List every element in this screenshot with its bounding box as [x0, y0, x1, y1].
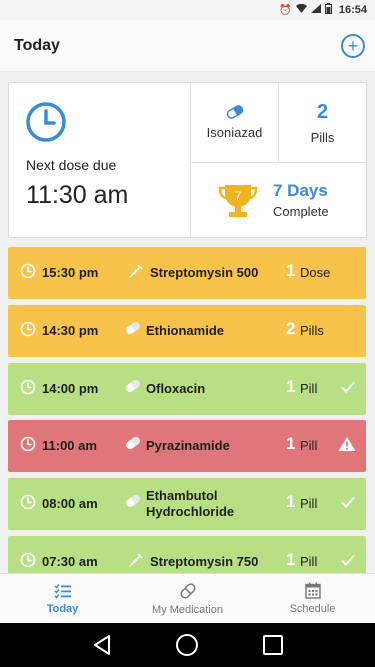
dose-time: 08:00 am	[42, 496, 98, 511]
clock-icon	[20, 263, 36, 282]
system-nav-bar	[0, 623, 375, 667]
pill-count-label: Pills	[310, 129, 335, 145]
signal-icon	[310, 4, 321, 16]
streak-value: 7 Days	[273, 181, 328, 200]
dose-medication: Pyrazinamide	[146, 438, 230, 453]
dose-time: 14:00 pm	[42, 381, 99, 396]
calendar-icon	[304, 582, 321, 599]
summary-card: Next dose due 11:30 am Isoniazad 2 Pills	[8, 82, 367, 238]
dose-unit: Pill	[300, 554, 318, 569]
pill-icon	[124, 436, 142, 453]
dose-medication: Ofloxacin	[146, 381, 206, 396]
streak-label: Complete	[273, 204, 329, 219]
app-bar: Today +	[0, 20, 375, 72]
list-icon	[53, 583, 71, 599]
next-dose-time: 11:30 am	[26, 181, 129, 209]
page-title: Today	[14, 36, 60, 54]
dose-count: 2	[286, 319, 296, 338]
dose-count: 1	[286, 261, 296, 280]
streak-panel[interactable]: 7 7 Days Complete	[191, 163, 366, 237]
check-icon	[340, 494, 356, 513]
dose-unit: Pills	[300, 323, 324, 338]
dose-medication: Ethambutol Hydrochloride	[146, 488, 235, 519]
status-bar: ⏰ 16:54	[0, 0, 375, 20]
check-icon	[340, 552, 356, 571]
dose-row[interactable]: 14:30 pm Ethionamide 2 Pills	[8, 305, 366, 357]
dose-count: 1	[286, 434, 296, 453]
dose-medication: Streptomysin 500	[150, 265, 259, 280]
pill-icon	[226, 105, 243, 119]
clock-icon	[26, 102, 66, 142]
pill-icon	[124, 379, 142, 396]
nav-schedule[interactable]: Schedule	[250, 574, 375, 623]
dose-row[interactable]: 08:00 am Ethambutol Hydrochloride 1 Pill	[8, 478, 366, 530]
clock-icon	[20, 552, 36, 571]
next-dose-label: Next dose due	[26, 157, 117, 173]
dose-medication: Ethionamide	[146, 323, 225, 338]
bottom-nav: Today My Medication Schedule	[0, 573, 375, 623]
dose-row[interactable]: 15:30 pm Streptomysin 500 1 Dose	[8, 247, 366, 299]
status-time: 16:54	[338, 4, 367, 16]
dose-unit: Pill	[300, 438, 318, 453]
dose-count: 1	[286, 492, 296, 511]
dose-unit: Dose	[300, 265, 331, 280]
home-icon[interactable]	[175, 633, 199, 657]
next-dose-panel[interactable]: Next dose due 11:30 am	[9, 83, 191, 237]
trophy-number: 7	[235, 189, 242, 203]
add-button[interactable]: +	[341, 33, 365, 58]
dose-time: 11:00 am	[42, 438, 97, 453]
nav-my-medication-label: My Medication	[152, 603, 223, 616]
check-icon	[340, 379, 356, 398]
clock-icon	[20, 379, 36, 398]
nav-my-medication[interactable]: My Medication	[125, 574, 250, 623]
dose-time: 15:30 pm	[42, 265, 99, 280]
syringe-icon	[128, 263, 144, 282]
battery-icon	[324, 3, 332, 17]
dose-time: 07:30 am	[42, 554, 98, 569]
dose-row[interactable]: 11:00 am Pyrazinamide 1 Pill	[8, 420, 366, 472]
pill-icon	[124, 321, 142, 338]
trophy-icon: 7	[218, 185, 258, 217]
clock-icon	[20, 321, 36, 340]
pill-icon	[179, 582, 196, 599]
wifi-icon	[295, 3, 307, 16]
pill-icon	[124, 494, 142, 511]
dose-unit: Pill	[300, 496, 318, 511]
dose-time: 14:30 pm	[42, 323, 99, 338]
warning-icon	[338, 436, 356, 455]
alarm-icon: ⏰	[279, 4, 292, 16]
clock-icon	[20, 436, 36, 455]
syringe-icon	[128, 552, 144, 571]
back-icon[interactable]	[91, 634, 113, 656]
plus-icon: +	[347, 35, 359, 56]
nav-today[interactable]: Today	[0, 574, 125, 623]
clock-icon	[20, 494, 36, 513]
nav-today-label: Today	[46, 602, 79, 615]
next-medication-name: Isoniazad	[206, 125, 263, 140]
pill-count: 2	[316, 100, 329, 123]
dose-count: 1	[286, 377, 296, 396]
dose-medication: Streptomysin 750	[150, 554, 259, 569]
dose-unit: Pill	[300, 381, 318, 396]
recents-icon[interactable]	[262, 634, 284, 656]
pill-count-cell[interactable]: 2 Pills	[278, 83, 366, 162]
dose-row[interactable]: 14:00 pm Ofloxacin 1 Pill	[8, 363, 366, 415]
dose-count: 1	[286, 550, 296, 569]
next-medication-cell[interactable]: Isoniazad	[191, 83, 278, 162]
nav-schedule-label: Schedule	[289, 603, 336, 615]
